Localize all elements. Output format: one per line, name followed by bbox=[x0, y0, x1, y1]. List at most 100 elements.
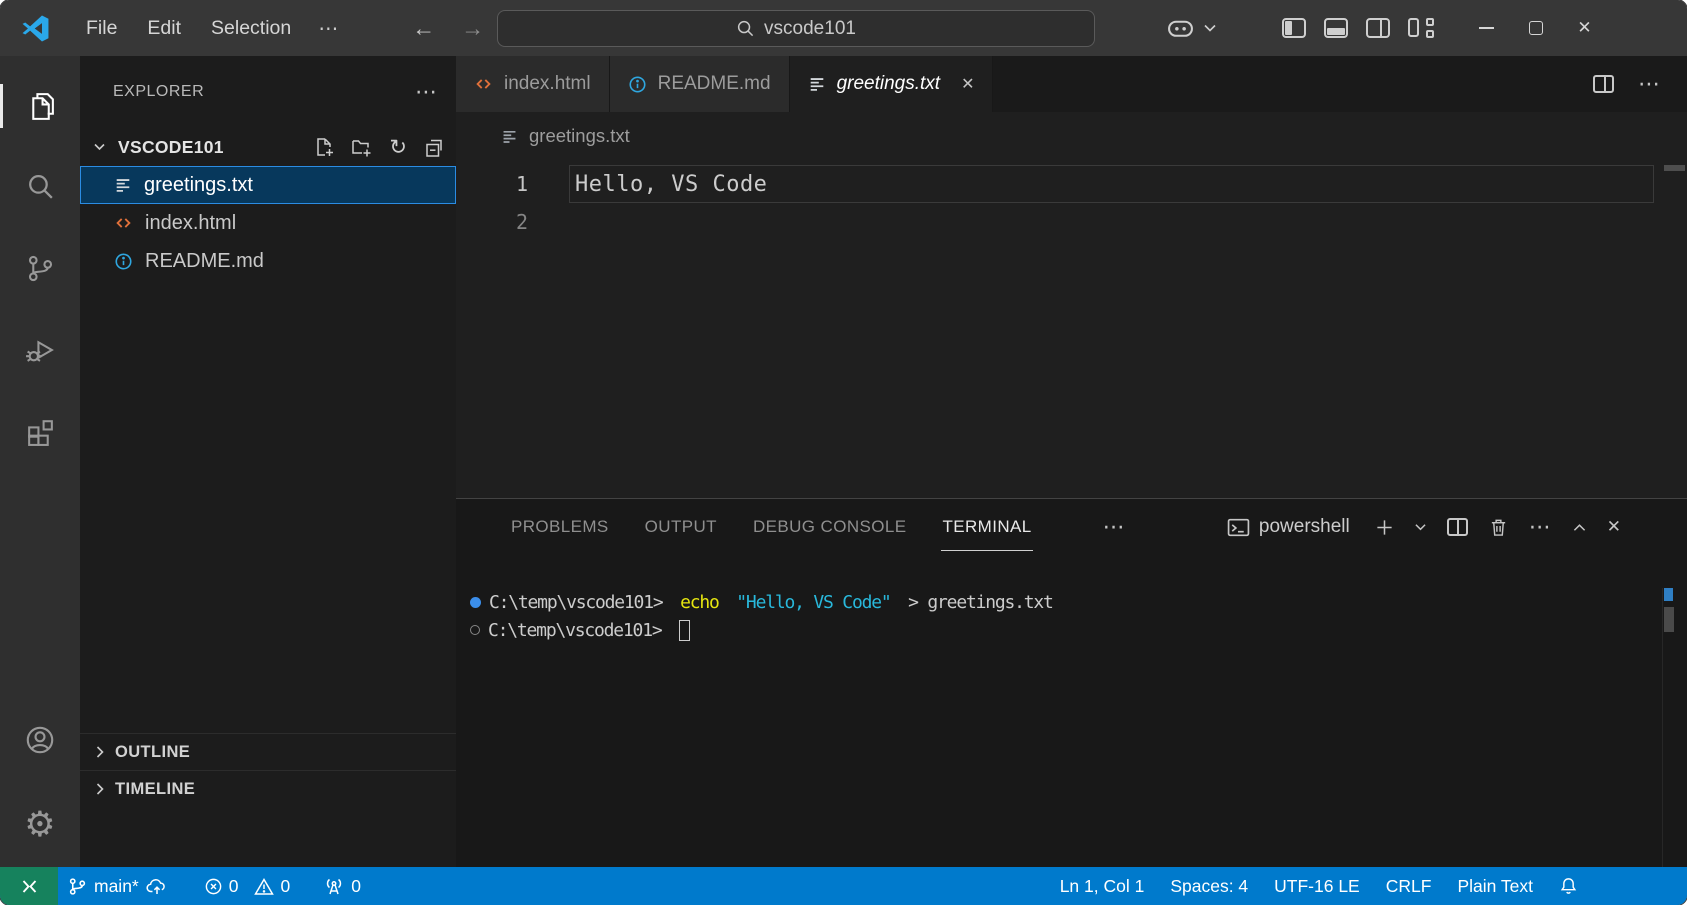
bottom-panel: PROBLEMS OUTPUT DEBUG CONSOLE TERMINAL ⋯… bbox=[456, 498, 1687, 867]
command-success-decoration[interactable] bbox=[470, 597, 481, 608]
customize-layout-icon[interactable] bbox=[1408, 17, 1434, 39]
chevron-down-icon[interactable] bbox=[1415, 523, 1426, 531]
terminal-content[interactable]: C:\temp\vscode101> echo "Hello, VS Code"… bbox=[456, 555, 1687, 644]
tab-readme-md[interactable]: README.md bbox=[610, 56, 790, 112]
back-arrow-icon[interactable]: ← bbox=[412, 15, 435, 42]
line-text: Hello, VS Code bbox=[569, 165, 1654, 203]
account-icon[interactable] bbox=[16, 716, 64, 764]
collapse-folders-icon[interactable] bbox=[424, 137, 444, 157]
file-name: index.html bbox=[145, 212, 236, 235]
panel-tab-debug-console[interactable]: DEBUG CONSOLE bbox=[752, 514, 908, 540]
command-pending-decoration[interactable] bbox=[470, 625, 480, 635]
extensions-view-icon[interactable] bbox=[16, 406, 64, 454]
command-center-search[interactable]: vscode101 bbox=[497, 10, 1095, 47]
menu-edit[interactable]: Edit bbox=[132, 10, 196, 47]
info-file-icon bbox=[114, 252, 133, 271]
terminal-icon bbox=[1227, 517, 1250, 538]
cursor-position-item[interactable]: Ln 1, Col 1 bbox=[1047, 867, 1158, 905]
outline-pane-header[interactable]: OUTLINE bbox=[80, 733, 456, 770]
file-row-index-html[interactable]: index.html bbox=[80, 204, 456, 242]
code-line: 1 Hello, VS Code bbox=[456, 165, 1687, 203]
errors-count: 0 bbox=[229, 876, 239, 897]
minimize-icon bbox=[1479, 27, 1494, 29]
new-file-icon[interactable] bbox=[314, 137, 334, 157]
html-file-icon bbox=[474, 75, 493, 93]
breadcrumb[interactable]: greetings.txt bbox=[456, 112, 1687, 160]
explorer-sidebar: EXPLORER ⋯ VSCODE101 ↻ bbox=[80, 56, 456, 867]
kill-terminal-trash-icon[interactable] bbox=[1489, 517, 1508, 537]
copilot-menu[interactable] bbox=[1167, 18, 1216, 39]
timeline-pane-header[interactable]: TIMELINE bbox=[80, 770, 456, 807]
activity-bar: ⚙ bbox=[0, 56, 80, 867]
sidebar-title: EXPLORER bbox=[113, 83, 204, 101]
refresh-icon[interactable]: ↻ bbox=[389, 137, 407, 158]
new-terminal-icon[interactable] bbox=[1375, 518, 1394, 537]
toggle-sidebar-icon[interactable] bbox=[1282, 18, 1306, 38]
terminal-text: C:\temp\vscode101> bbox=[488, 620, 671, 641]
panel-tab-output[interactable]: OUTPUT bbox=[644, 514, 718, 540]
editor-tab-bar: index.html README.md greetings.txt ✕ bbox=[456, 56, 1687, 112]
forward-arrow-icon[interactable]: → bbox=[461, 15, 484, 42]
tab-greetings-txt[interactable]: greetings.txt ✕ bbox=[790, 56, 994, 112]
workspace-root-label: VSCODE101 bbox=[118, 137, 224, 158]
editor-code-area[interactable]: 1 Hello, VS Code 2 bbox=[456, 160, 1687, 498]
terminal-text: C:\temp\vscode101> bbox=[489, 592, 672, 613]
menu-overflow-icon[interactable]: ⋯ bbox=[306, 9, 350, 48]
split-terminal-icon[interactable] bbox=[1447, 518, 1468, 536]
panel-tab-terminal[interactable]: TERMINAL bbox=[941, 514, 1032, 540]
maximize-button[interactable] bbox=[1511, 0, 1560, 56]
tab-index-html[interactable]: index.html bbox=[456, 56, 610, 112]
bell-icon bbox=[1559, 876, 1578, 896]
terminal-shell-selector[interactable]: powershell bbox=[1227, 516, 1350, 538]
branch-status-item[interactable]: main* bbox=[58, 867, 178, 905]
panel-tab-problems[interactable]: PROBLEMS bbox=[510, 514, 610, 540]
search-view-icon[interactable] bbox=[16, 163, 64, 211]
terminal-scrollbar-track bbox=[1662, 588, 1663, 867]
explorer-view-icon[interactable] bbox=[16, 82, 64, 130]
problems-status-item[interactable]: 0 0 bbox=[194, 867, 300, 905]
indentation-item[interactable]: Spaces: 4 bbox=[1157, 867, 1261, 905]
language-mode-item[interactable]: Plain Text bbox=[1444, 867, 1546, 905]
panel-more-tabs-icon[interactable]: ⋯ bbox=[1103, 514, 1126, 540]
terminal-more-actions-icon[interactable]: ⋯ bbox=[1529, 514, 1552, 540]
file-row-readme-md[interactable]: README.md bbox=[80, 242, 456, 280]
toggle-secondary-sidebar-icon[interactable] bbox=[1366, 18, 1390, 38]
workspace-root-row[interactable]: VSCODE101 ↻ bbox=[80, 128, 456, 166]
editor-scrollbar-thumb[interactable] bbox=[1664, 165, 1685, 171]
tab-close-icon[interactable]: ✕ bbox=[961, 74, 974, 94]
minimize-button[interactable] bbox=[1462, 0, 1511, 56]
eol-item[interactable]: CRLF bbox=[1373, 867, 1445, 905]
close-button[interactable]: ✕ bbox=[1560, 0, 1609, 56]
close-panel-icon[interactable]: ✕ bbox=[1607, 517, 1621, 537]
maximize-panel-chevron-up-icon[interactable] bbox=[1573, 523, 1586, 532]
new-folder-icon[interactable] bbox=[351, 137, 372, 157]
branch-label: main* bbox=[94, 876, 139, 897]
file-name: README.md bbox=[145, 250, 264, 273]
line-number: 2 bbox=[456, 210, 528, 234]
terminal-text: > greetings.txt bbox=[899, 592, 1053, 613]
editor-more-actions-icon[interactable]: ⋯ bbox=[1638, 71, 1661, 97]
settings-gear-icon[interactable]: ⚙ bbox=[16, 801, 64, 849]
file-row-greetings-txt[interactable]: greetings.txt bbox=[80, 166, 456, 204]
encoding-item[interactable]: UTF-16 LE bbox=[1261, 867, 1373, 905]
text-file-icon bbox=[501, 128, 518, 145]
toggle-panel-icon[interactable] bbox=[1324, 18, 1348, 38]
breadcrumb-file: greetings.txt bbox=[529, 125, 630, 147]
split-editor-icon[interactable] bbox=[1593, 75, 1614, 93]
source-control-view-icon[interactable] bbox=[16, 244, 64, 292]
menu-file[interactable]: File bbox=[71, 10, 132, 47]
vscode-logo-icon bbox=[22, 15, 49, 42]
run-debug-view-icon[interactable] bbox=[16, 325, 64, 373]
ports-status-item[interactable]: 0 bbox=[314, 867, 371, 905]
menu-selection[interactable]: Selection bbox=[196, 10, 306, 47]
line-number: 1 bbox=[456, 172, 528, 196]
terminal-line: C:\temp\vscode101> echo "Hello, VS Code"… bbox=[470, 588, 1687, 616]
warnings-count: 0 bbox=[280, 876, 290, 897]
chevron-right-icon bbox=[96, 783, 104, 795]
remote-indicator[interactable] bbox=[0, 867, 58, 905]
terminal-string-text: "Hello, VS Code" bbox=[736, 592, 890, 613]
explorer-more-actions-icon[interactable]: ⋯ bbox=[415, 79, 438, 105]
notifications-bell-item[interactable] bbox=[1546, 867, 1591, 905]
file-name: greetings.txt bbox=[144, 174, 253, 197]
terminal-scrollbar-thumb[interactable] bbox=[1664, 607, 1674, 632]
